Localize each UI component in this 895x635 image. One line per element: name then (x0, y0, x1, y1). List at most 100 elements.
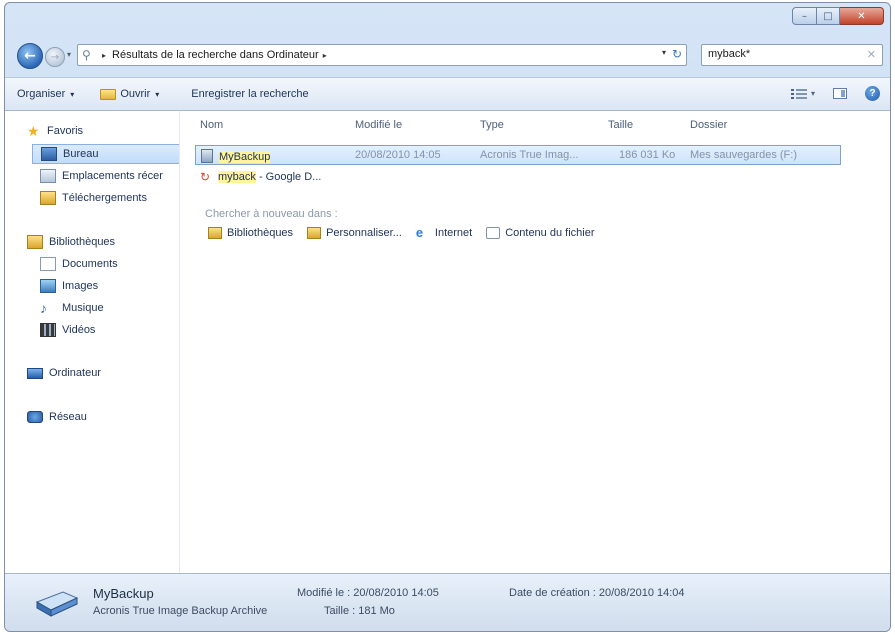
music-icon: ♪ (40, 300, 47, 316)
back-button[interactable]: ← (17, 43, 43, 69)
sidebar-item-label: Images (62, 280, 99, 292)
search-file-contents-link[interactable]: Contenu du fichier (486, 227, 594, 239)
column-header-folder[interactable]: Dossier (690, 119, 727, 131)
sidebar-item-favorites[interactable]: ★ Favoris (27, 121, 83, 141)
star-icon: ★ (27, 123, 40, 139)
result-name-highlight: myback (218, 171, 256, 183)
folder-icon (100, 88, 117, 100)
refresh-icon[interactable]: ↻ (672, 47, 682, 61)
sidebar-item-label: Ordinateur (49, 367, 101, 379)
minimize-button[interactable]: – (792, 7, 817, 25)
search-custom-link[interactable]: Personnaliser... (307, 227, 402, 239)
sidebar-item-network[interactable]: Réseau (27, 407, 87, 427)
address-dropdown-icon[interactable]: ▾ (662, 48, 666, 57)
title-bar: – □ ✕ (5, 3, 890, 39)
search-custom-label: Personnaliser... (326, 227, 402, 239)
explorer-window: – □ ✕ ← → ▾ ⚲ ▸ Résultats de la recherch… (4, 2, 891, 632)
chevron-down-icon: ▾ (810, 89, 815, 98)
search-again-label: Chercher à nouveau dans : (205, 208, 338, 220)
search-libraries-link[interactable]: Bibliothèques (208, 227, 293, 239)
sidebar-item-label: Documents (62, 258, 118, 270)
chevron-down-icon: ▾ (70, 89, 75, 99)
sidebar-item-label: Bureau (63, 148, 99, 160)
details-file-name: MyBackup (93, 586, 154, 601)
sidebar-item-label: Vidéos (62, 324, 96, 336)
search-input-value: myback* (708, 48, 751, 60)
open-button[interactable]: Ouvrir ▾ (100, 88, 159, 100)
table-row[interactable]: MyBackup 20/08/2010 14:05 Acronis True I… (195, 145, 841, 165)
result-name-rest: - Google D... (255, 171, 322, 183)
preview-pane-icon[interactable] (833, 88, 847, 99)
sidebar-item-music[interactable]: ♪ Musique (40, 298, 104, 318)
recent-places-icon (40, 169, 56, 183)
breadcrumb-search-results[interactable]: Résultats de la recherche dans Ordinateu… (112, 49, 319, 61)
breadcrumb-arrow-end-icon[interactable]: ▸ (323, 51, 327, 60)
details-modified: Modifié le : 20/08/2010 14:05 (297, 587, 439, 599)
clear-search-icon[interactable]: ✕ (867, 48, 876, 61)
breadcrumb-arrow-icon[interactable]: ▸ (102, 51, 106, 60)
network-icon (27, 411, 43, 423)
main-area: ★ Favoris Bureau Emplacements récer Télé… (5, 111, 890, 573)
libraries-icon (208, 227, 222, 239)
details-created: Date de création : 20/08/2010 14:04 (509, 587, 685, 599)
sidebar-item-label: Favoris (47, 125, 84, 137)
command-bar: Organiser ▾ Ouvrir ▾ Enregistrer la rech… (5, 77, 890, 111)
result-name: MyBackup (219, 151, 271, 163)
downloads-icon (40, 191, 56, 205)
chevron-down-icon: ▾ (155, 89, 160, 99)
sidebar-item-videos[interactable]: Vidéos (40, 320, 95, 340)
sidebar-item-images[interactable]: Images (40, 276, 98, 296)
web-link-icon: ↻ (200, 170, 211, 184)
search-libraries-label: Bibliothèques (227, 227, 294, 239)
sidebar-item-label: Réseau (49, 411, 87, 423)
organize-label: Organiser (17, 88, 66, 100)
sidebar-item-desktop[interactable]: Bureau (32, 144, 179, 164)
documents-icon (40, 257, 56, 271)
view-icon (790, 88, 807, 99)
sidebar-item-downloads[interactable]: Téléchergements (40, 188, 147, 208)
sidebar-item-documents[interactable]: Documents (40, 254, 118, 274)
file-contents-icon (486, 227, 501, 239)
organize-button[interactable]: Organiser ▾ (17, 88, 74, 100)
forward-button[interactable]: → (45, 47, 65, 67)
backup-file-icon (201, 149, 213, 163)
search-input[interactable]: myback* ✕ (701, 44, 883, 66)
sidebar-item-recent-places[interactable]: Emplacements récer (40, 166, 163, 186)
sidebar-item-label: Téléchergements (62, 192, 147, 204)
close-button[interactable]: ✕ (840, 7, 884, 25)
customize-folder-icon (307, 227, 322, 239)
backup-archive-icon (35, 591, 79, 617)
search-icon: ⚲ (82, 48, 91, 62)
sidebar-item-label: Emplacements récer (62, 170, 163, 182)
address-bar[interactable]: ⚲ ▸ Résultats de la recherche dans Ordin… (77, 44, 687, 66)
open-label: Ouvrir (120, 88, 151, 100)
table-row[interactable]: ↻ myback - Google D... (195, 167, 841, 187)
save-search-label: Enregistrer la recherche (191, 88, 309, 100)
desktop-icon (41, 147, 57, 161)
libraries-icon (27, 235, 43, 249)
help-icon[interactable]: ? (865, 86, 880, 101)
column-header-size[interactable]: Taille (608, 119, 633, 131)
result-name-cell: ↻ myback - Google D... (200, 170, 321, 184)
sidebar-item-label: Musique (62, 302, 104, 314)
sidebar-item-libraries[interactable]: Bibliothèques (27, 232, 115, 252)
result-folder: Mes sauvegardes (F:) (690, 149, 797, 161)
toolbar-right: ▾ ? (790, 86, 880, 101)
sidebar-item-computer[interactable]: Ordinateur (27, 363, 101, 383)
view-options-button[interactable]: ▾ (790, 88, 815, 100)
recent-pages-dropdown[interactable]: ▾ (67, 50, 77, 62)
column-header-modified[interactable]: Modifié le (355, 119, 402, 131)
save-search-button[interactable]: Enregistrer la recherche (191, 88, 308, 100)
maximize-button[interactable]: □ (817, 7, 840, 25)
result-size: 186 031 Ko (619, 149, 676, 161)
search-internet-link[interactable]: e Internet (415, 225, 472, 240)
internet-explorer-icon: e (415, 225, 424, 240)
navigation-pane: ★ Favoris Bureau Emplacements récer Télé… (5, 111, 180, 573)
window-controls: – □ ✕ (792, 7, 884, 25)
column-header-type[interactable]: Type (480, 119, 504, 131)
details-pane: MyBackup Acronis True Image Backup Archi… (5, 573, 890, 631)
result-name-cell: MyBackup (201, 149, 271, 163)
column-header-name[interactable]: Nom (200, 119, 223, 131)
details-file-type: Acronis True Image Backup Archive (93, 605, 268, 617)
search-file-contents-label: Contenu du fichier (505, 227, 595, 239)
